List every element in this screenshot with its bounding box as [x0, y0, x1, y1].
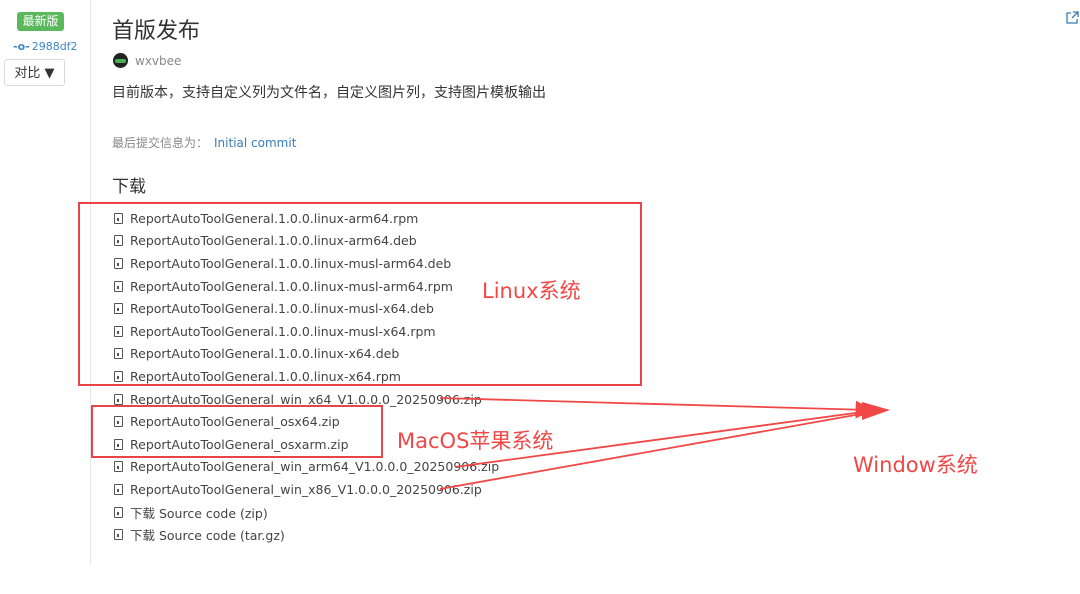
arrow-win-x64	[439, 397, 874, 419]
arrow-win-arm64	[454, 410, 871, 468]
annotation-arrows	[439, 397, 890, 490]
arrow-win-x86	[439, 411, 873, 490]
arrowhead-main	[862, 402, 890, 420]
